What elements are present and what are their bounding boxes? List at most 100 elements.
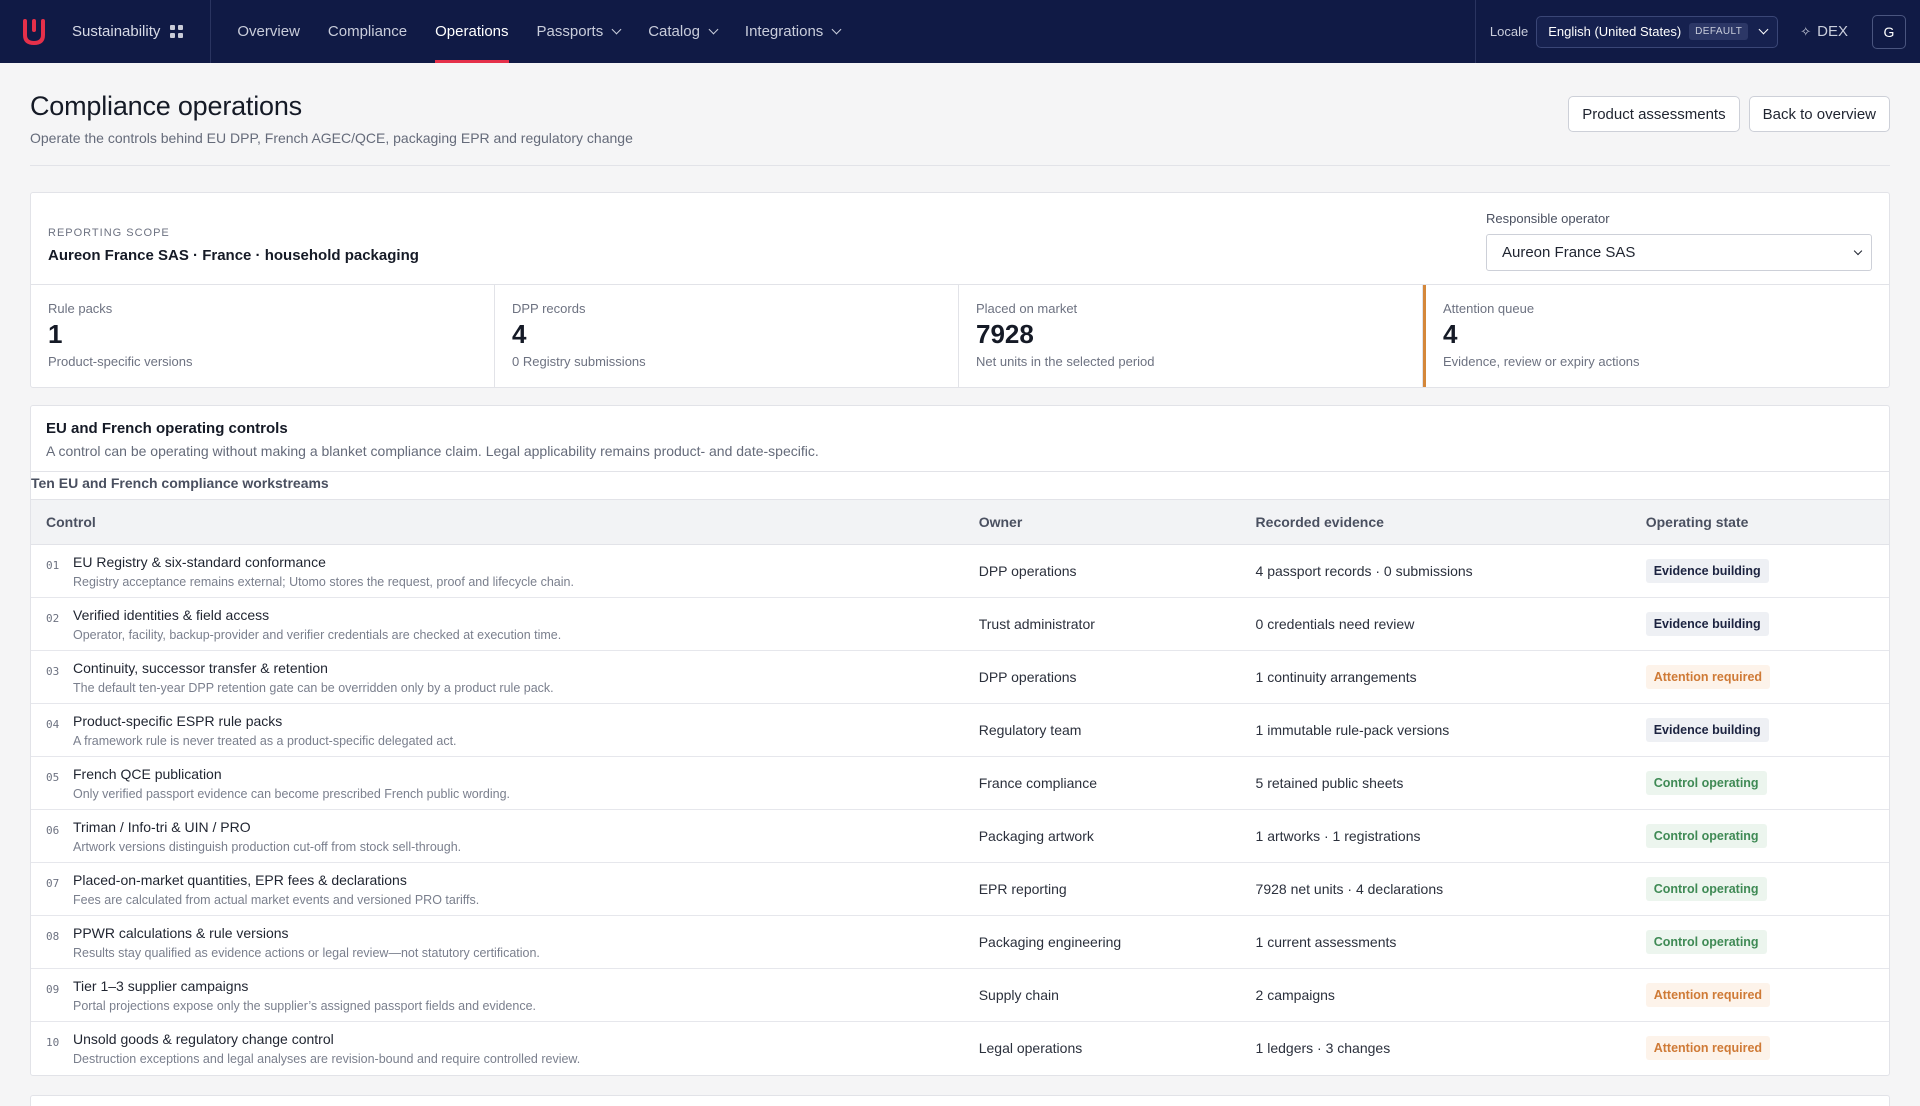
user-avatar[interactable]: G <box>1872 14 1906 49</box>
control-cell: 01 EU Registry & six-standard conformance… <box>31 544 964 598</box>
evidence-cell: 1 artworks · 1 registrations <box>1240 809 1631 863</box>
reporting-scope-card: REPORTING SCOPE Aureon France SAS · Fran… <box>30 192 1890 388</box>
nav-compliance[interactable]: Compliance <box>314 0 421 63</box>
table-row[interactable]: 03 Continuity, successor transfer & reten… <box>31 650 1889 704</box>
operator-value: Aureon France SAS <box>1502 244 1636 261</box>
nav-passports[interactable]: Passports <box>523 0 635 63</box>
locale-select[interactable]: English (United States) DEFAULT <box>1536 15 1779 48</box>
state-cell: Evidence building <box>1630 703 1889 757</box>
controls-title: EU and French operating controls <box>46 420 288 437</box>
stat-label: Attention queue <box>1443 301 1535 316</box>
header-actions: Product assessments Back to overview <box>1568 91 1890 165</box>
stat-value: 1 <box>48 319 63 349</box>
nav-label: Operations <box>435 23 509 40</box>
state-cell: Control operating <box>1630 756 1889 810</box>
column-header-evidence: Recorded evidence <box>1240 499 1631 545</box>
table-row[interactable]: 04 Product-specific ESPR rule packs A fram… <box>31 703 1889 757</box>
stat-label: Rule packs <box>48 301 113 316</box>
state-cell: Evidence building <box>1630 597 1889 651</box>
control-name[interactable]: French QCE publication <box>73 766 510 782</box>
control: 02 Verified identities & field access Oper… <box>46 607 964 642</box>
operating-controls-card: EU and French operating controls A contr… <box>30 405 1890 1076</box>
control-text: Unsold goods & regulatory change control… <box>73 1031 580 1066</box>
control-cell: 10 Unsold goods & regulatory change contr… <box>31 1022 964 1075</box>
table-row[interactable]: 08 PPWR calculations & rule versions Resul… <box>31 915 1889 969</box>
owner-cell: Trust administrator <box>963 597 1241 651</box>
chevron-down-icon <box>1853 246 1863 256</box>
control-description: Artwork versions distinguish production … <box>73 839 462 854</box>
section-name[interactable]: Sustainability <box>72 23 160 40</box>
nav-integrations[interactable]: Integrations <box>731 0 854 63</box>
owner-cell: France compliance <box>963 756 1241 810</box>
operating-state-badge: Evidence building <box>1645 559 1769 583</box>
table-row[interactable]: 05 French QCE publication Only verified pa… <box>31 756 1889 810</box>
control-number: 04 <box>46 717 60 731</box>
control-text: Triman / Info-tri & UIN / PRO Artwork ver… <box>73 819 461 854</box>
nav-catalog[interactable]: Catalog <box>634 0 731 63</box>
table-row[interactable]: 09 Tier 1–3 supplier campaigns Portal proj… <box>31 968 1889 1022</box>
stats-row: Rule packs 1 Product-specific versions D… <box>31 285 1889 387</box>
app-switcher-grid-icon[interactable] <box>170 24 184 39</box>
control-number: 10 <box>46 1035 60 1049</box>
state-cell: Control operating <box>1630 915 1889 969</box>
dex-label: DEX <box>1817 23 1848 40</box>
table-row[interactable]: 07 Placed-on-market quantities, EPR fees … <box>31 862 1889 916</box>
control-name[interactable]: Unsold goods & regulatory change control <box>73 1031 580 1047</box>
control-description: Only verified passport evidence can beco… <box>73 786 511 801</box>
stat-sub: 0 Registry submissions <box>512 354 646 369</box>
dex-button[interactable]: ✧ DEX <box>1800 23 1848 40</box>
table-row[interactable]: 01 EU Registry & six-standard conformance… <box>31 544 1889 598</box>
operating-state-badge: Attention required <box>1645 1036 1771 1061</box>
nav-overview[interactable]: Overview <box>223 0 314 63</box>
control-name[interactable]: Verified identities & field access <box>73 607 561 623</box>
product-assessments-button[interactable]: Product assessments <box>1568 96 1740 132</box>
back-to-overview-button[interactable]: Back to overview <box>1748 96 1890 132</box>
control-name[interactable]: PPWR calculations & rule versions <box>73 925 540 941</box>
control-description: Fees are calculated from actual market e… <box>73 892 480 907</box>
stat-attention-queue: Attention queue 4 Evidence, review or ex… <box>1423 285 1889 387</box>
owner-cell: Regulatory team <box>963 703 1241 757</box>
brand-logo[interactable] <box>22 18 46 46</box>
control-name[interactable]: Placed-on-market quantities, EPR fees & … <box>73 872 479 888</box>
table-row[interactable]: 06 Triman / Info-tri & UIN / PRO Artwork v… <box>31 809 1889 863</box>
stat-dpp-records: DPP records 4 0 Registry submissions <box>495 285 959 387</box>
scope-value: Aureon France SAS · France · household p… <box>48 247 419 264</box>
brand: Sustainability <box>0 0 212 63</box>
column-header-owner: Owner <box>963 499 1241 545</box>
control: 09 Tier 1–3 supplier campaigns Portal proj… <box>46 978 964 1013</box>
owner-cell: Packaging engineering <box>963 915 1241 969</box>
owner-cell: EPR reporting <box>963 862 1241 916</box>
table-row[interactable]: 02 Verified identities & field access Oper… <box>31 597 1889 651</box>
locale-value: English (United States) <box>1548 24 1682 39</box>
controls-subtitle: A control can be operating without makin… <box>46 443 819 459</box>
control-text: PPWR calculations & rule versions Results… <box>73 925 540 960</box>
stat-value: 4 <box>512 319 527 349</box>
evidence-cell: 7928 net units · 4 declarations <box>1240 862 1631 916</box>
control-text: Continuity, successor transfer & retenti… <box>73 660 554 695</box>
state-cell: Control operating <box>1630 862 1889 916</box>
control-text: Tier 1–3 supplier campaigns Portal projec… <box>73 978 536 1013</box>
owner-cell: Packaging artwork <box>963 809 1241 863</box>
control-name[interactable]: Triman / Info-tri & UIN / PRO <box>73 819 461 835</box>
table-row[interactable]: 10 Unsold goods & regulatory change contr… <box>31 1022 1889 1075</box>
operator-select[interactable]: Aureon France SAS <box>1486 234 1872 271</box>
control: 07 Placed-on-market quantities, EPR fees … <box>46 872 964 907</box>
page-subtitle: Operate the controls behind EU DPP, Fren… <box>30 130 633 146</box>
control-number: 06 <box>46 823 60 837</box>
nav-operations[interactable]: Operations <box>421 0 522 63</box>
evidence-cell: 1 current assessments <box>1240 915 1631 969</box>
control-name[interactable]: Product-specific ESPR rule packs <box>73 713 457 729</box>
control-description: The default ten-year DPP retention gate … <box>73 680 554 695</box>
evidence-cell: 4 passport records · 0 submissions <box>1240 544 1631 598</box>
control-text: Verified identities & field access Operat… <box>73 607 561 642</box>
control: 05 French QCE publication Only verified pa… <box>46 766 964 801</box>
control-name[interactable]: EU Registry & six-standard conformance <box>73 554 574 570</box>
sparkle-icon: ✧ <box>1800 23 1812 39</box>
control-name[interactable]: Continuity, successor transfer & retenti… <box>73 660 554 676</box>
controls-table-body: 01 EU Registry & six-standard conformance… <box>31 544 1889 1075</box>
control-name[interactable]: Tier 1–3 supplier campaigns <box>73 978 536 994</box>
table-header-row: Control Owner Recorded evidence Operatin… <box>31 499 1889 545</box>
control-number: 09 <box>46 982 60 996</box>
state-cell: Control operating <box>1630 809 1889 863</box>
control: 06 Triman / Info-tri & UIN / PRO Artwork v… <box>46 819 964 854</box>
